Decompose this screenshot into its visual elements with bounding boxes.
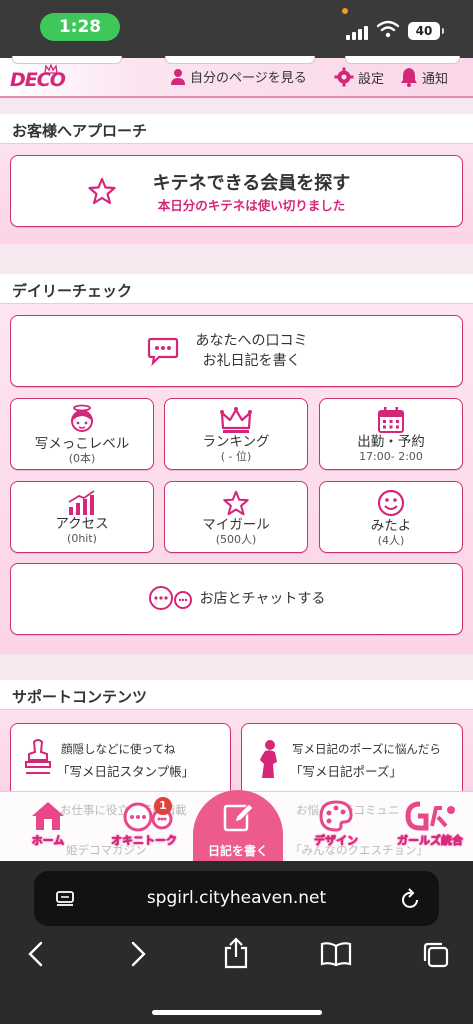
ranking-value: ( - 位) xyxy=(220,449,252,463)
edit-pencil-icon xyxy=(223,803,254,832)
photo-level-tile[interactable]: 写メっこレベル (0本) xyxy=(10,398,154,470)
review-thanks-button[interactable]: あなたへの口コミ お礼日記を書く xyxy=(10,315,463,387)
my-page-label: 自分のページを見る xyxy=(190,71,307,86)
my-page-link[interactable]: 自分のページを見る xyxy=(170,67,307,86)
ranking-tile[interactable]: ランキング ( - 位) xyxy=(164,398,308,470)
previous-content-edge xyxy=(165,56,315,64)
approach-heading: お客様へアプローチ xyxy=(0,114,473,144)
browser-toolbar: spgirl.cityheaven.net xyxy=(0,861,473,1024)
reload-icon[interactable] xyxy=(401,888,421,910)
search-members-status: 本日分のキテネは使い切りました xyxy=(157,197,346,213)
my-girl-tile[interactable]: マイガール (500人) xyxy=(164,481,308,553)
battery-indicator: 40 xyxy=(408,22,444,40)
camera-indicator xyxy=(342,8,348,14)
user-icon xyxy=(171,68,185,85)
my-girl-label: マイガール xyxy=(202,516,270,533)
settings-label: 設定 xyxy=(358,71,385,87)
notifications-label: 通知 xyxy=(422,71,449,87)
nav-talk-label: オキニトーク xyxy=(111,834,178,848)
bell-icon xyxy=(401,68,417,87)
stamp-line-1: 顔隠しなどに使ってね xyxy=(61,742,176,756)
notifications-link[interactable]: 通知 xyxy=(400,67,448,87)
pose-card[interactable]: 写メ日記のポーズに悩んだら 「写メ日記ポーズ」 xyxy=(241,723,463,791)
palette-icon xyxy=(319,800,353,832)
talk-notification-badge: 1 xyxy=(154,797,172,815)
crown-icon xyxy=(220,406,252,433)
gear-icon xyxy=(334,67,354,87)
previous-content-edge xyxy=(345,56,460,64)
stamp-line-2: 「写メ日記スタンプ帳」 xyxy=(57,764,195,779)
write-diary-button[interactable]: 日記を書く xyxy=(193,790,283,864)
pose-line-2: 「写メ日記ポーズ」 xyxy=(290,764,402,779)
status-time: 1:28 xyxy=(40,13,120,41)
nav-girls-integrated[interactable]: ガールズ統合 xyxy=(390,800,470,848)
nav-design[interactable]: デザイン xyxy=(296,800,376,848)
bookmarks-icon[interactable] xyxy=(320,941,352,967)
posing-girl-icon xyxy=(260,740,277,778)
schedule-tile[interactable]: 出勤・予約 17:00- 2:00 xyxy=(319,398,463,470)
nav-home-label: ホーム xyxy=(31,834,65,848)
page-menu-icon[interactable] xyxy=(54,888,76,910)
support-heading: サポートコンテンツ xyxy=(0,680,473,710)
address-bar[interactable]: spgirl.cityheaven.net xyxy=(34,871,439,926)
photo-level-label: 写メっこレベル xyxy=(34,435,130,452)
nav-design-label: デザイン xyxy=(314,834,359,848)
smiley-icon xyxy=(377,489,405,516)
schedule-value: 17:00- 2:00 xyxy=(359,449,423,463)
review-line-2: お礼日記を書く xyxy=(202,353,301,369)
viewed-value: (4人) xyxy=(377,533,405,547)
bar-chart-icon xyxy=(68,489,95,515)
viewed-label: みたよ xyxy=(370,517,412,534)
ranking-label: ランキング xyxy=(202,433,270,450)
pose-line-1: 写メ日記のポーズに悩んだら xyxy=(292,742,441,756)
cellular-signal-icon xyxy=(346,24,372,40)
tabs-icon[interactable] xyxy=(422,941,450,969)
star-icon xyxy=(88,177,116,205)
speech-bubble-icon xyxy=(147,337,179,366)
calendar-icon xyxy=(378,406,404,433)
viewed-tile[interactable]: みたよ (4人) xyxy=(319,481,463,553)
access-label: アクセス xyxy=(55,515,109,532)
daily-check-heading: デイリーチェック xyxy=(0,274,473,304)
girls-logo-icon xyxy=(405,801,455,831)
my-girl-value: (500人) xyxy=(215,532,257,546)
status-bar: 1:28 40 xyxy=(0,0,473,58)
search-members-title: キテネできる会員を探す xyxy=(152,172,351,194)
stamp-book-card[interactable]: 顔隠しなどに使ってね 「写メ日記スタンプ帳」 xyxy=(10,723,231,791)
home-icon xyxy=(32,802,64,830)
crown-icon xyxy=(44,64,58,74)
top-navigation: DECO 自分のページを見る 設定 通知 xyxy=(0,56,473,98)
url-text: spgirl.cityheaven.net xyxy=(146,888,327,908)
search-members-button[interactable]: キテネできる会員を探す 本日分のキテネは使い切りました xyxy=(10,155,463,227)
shop-chat-label: お店とチャットする xyxy=(199,591,326,607)
forward-icon[interactable] xyxy=(128,941,148,967)
shop-chat-button[interactable]: お店とチャットする xyxy=(10,563,463,635)
back-icon[interactable] xyxy=(26,941,46,967)
chat-bubbles-icon xyxy=(148,586,192,610)
home-indicator xyxy=(152,1010,322,1015)
angel-girl-icon xyxy=(71,404,93,432)
photo-level-value: (0本) xyxy=(68,451,96,465)
star-icon xyxy=(223,490,249,515)
nav-girls-label: ガールズ統合 xyxy=(397,834,464,848)
settings-link[interactable]: 設定 xyxy=(334,67,384,87)
nav-home[interactable]: ホーム xyxy=(22,800,74,848)
access-value: (0hit) xyxy=(67,531,97,545)
review-line-1: あなたへの口コミ xyxy=(195,333,308,349)
write-diary-label: 日記を書く xyxy=(207,844,268,858)
schedule-label: 出勤・予約 xyxy=(357,433,425,450)
previous-content-edge xyxy=(12,56,122,64)
share-icon[interactable] xyxy=(222,937,250,969)
access-tile[interactable]: アクセス (0hit) xyxy=(10,481,154,553)
wifi-icon xyxy=(377,20,399,38)
nav-talk[interactable]: オキニトーク xyxy=(104,800,184,848)
stamp-icon xyxy=(25,739,51,774)
